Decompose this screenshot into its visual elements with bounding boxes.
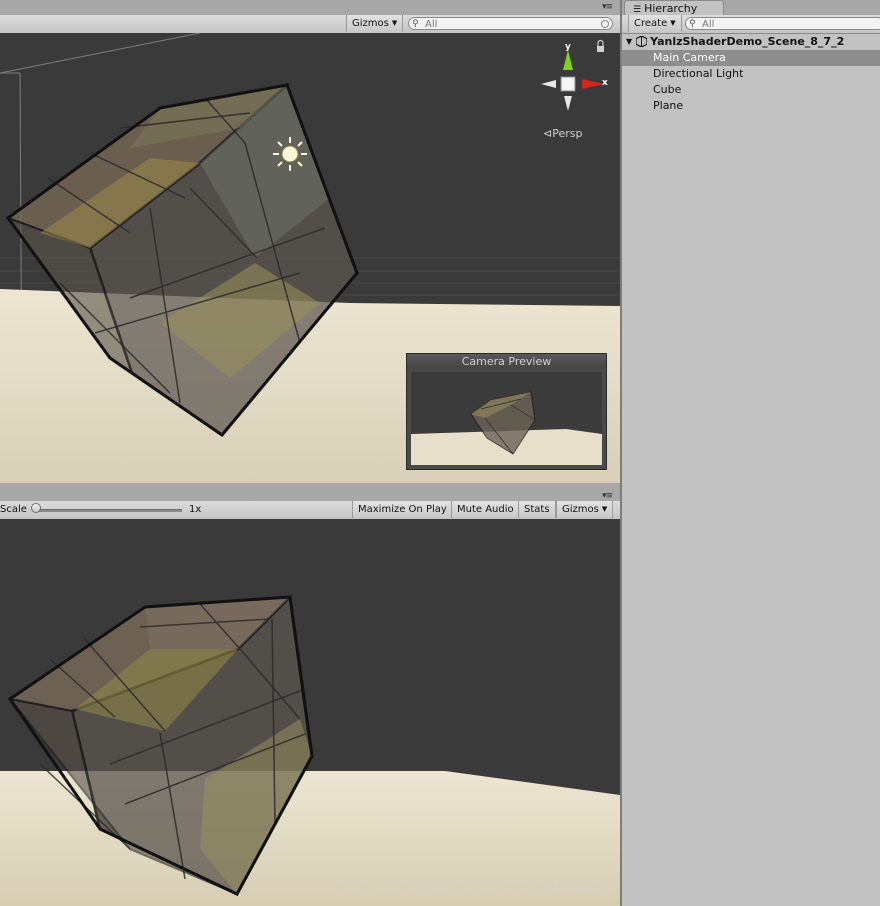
tab-hierarchy[interactable]: ☰ Hierarchy	[624, 0, 724, 15]
scene-view[interactable]: Gizmos ▼ ⚲ All ▾≡ y x ⊲Persp Camera Prev…	[0, 0, 620, 483]
chevron-down-icon: ▼	[670, 19, 676, 27]
persp-arrow-icon: ⊲	[543, 127, 553, 140]
hierarchy-toolbar: Create ▼ ⚲ All	[622, 15, 880, 34]
scene-search-field[interactable]: ⚲ All	[408, 17, 613, 30]
watermark: https://blog.csdn.net/VRunSoftYanlz	[336, 879, 610, 894]
hierarchy-item-label: Cube	[653, 83, 682, 96]
hierarchy-item[interactable]: Main Camera	[622, 50, 880, 66]
scale-slider-handle[interactable]	[31, 503, 41, 513]
hierarchy-item[interactable]: Plane	[622, 98, 880, 114]
scene-row[interactable]: ▼ YanlzShaderDemo_Scene_8_7_2	[622, 34, 880, 50]
hierarchy-tab-label: Hierarchy	[644, 2, 698, 15]
projection-label: Persp	[552, 127, 583, 140]
y-axis-label: y	[565, 42, 571, 52]
hierarchy-search-placeholder: All	[702, 19, 715, 30]
scene-gizmos-label: Gizmos	[352, 18, 389, 29]
hierarchy-item[interactable]: Cube	[622, 82, 880, 98]
center-cube[interactable]	[560, 76, 576, 92]
game-top-strip	[0, 483, 620, 501]
game-gizmos-label: Gizmos	[562, 504, 599, 515]
hierarchy-item-label: Main Camera	[653, 51, 726, 64]
game-viewport[interactable]	[0, 519, 620, 906]
foldout-arrow-icon[interactable]: ▼	[626, 34, 632, 50]
projection-toggle[interactable]: ⊲Persp	[543, 127, 582, 140]
scale-slider-track[interactable]	[33, 509, 182, 512]
pane-menu-icon[interactable]: ▾≡	[602, 2, 613, 12]
camera-preview-title: Camera Preview	[407, 354, 606, 369]
search-icon: ⚲	[412, 19, 419, 29]
camera-preview-viewport	[411, 372, 602, 465]
scene-search-placeholder: All	[425, 19, 438, 30]
hierarchy-item-label: Directional Light	[653, 67, 744, 80]
scale-value: 1x	[189, 504, 202, 515]
maximize-on-play-button[interactable]: Maximize On Play	[352, 501, 453, 518]
chevron-down-icon: ▼	[391, 19, 398, 27]
create-dropdown[interactable]: Create ▼	[628, 15, 682, 32]
hierarchy-item[interactable]: Directional Light	[622, 66, 880, 82]
game-gizmos-dropdown[interactable]: Gizmos ▼	[556, 501, 614, 518]
stats-button[interactable]: Stats	[518, 501, 556, 518]
game-toolbar: Scale 1x Maximize On Play Mute Audio Sta…	[0, 501, 620, 520]
pane-menu-icon[interactable]: ▾≡	[602, 491, 613, 501]
game-view[interactable]: ▾≡ Scale 1x Maximize On Play Mute Audio …	[0, 483, 620, 906]
mute-audio-button[interactable]: Mute Audio	[451, 501, 520, 518]
camera-preview: Camera Preview	[406, 353, 607, 470]
x-axis-label: x	[602, 78, 608, 88]
clear-search-icon[interactable]	[601, 20, 609, 28]
scene-top-strip	[0, 0, 620, 15]
search-icon: ⚲	[689, 19, 696, 29]
scene-toolbar: Gizmos ▼ ⚲ All	[0, 15, 620, 34]
scene-name: YanlzShaderDemo_Scene_8_7_2	[650, 35, 845, 48]
hierarchy-item-label: Plane	[653, 99, 684, 112]
create-label: Create	[634, 18, 668, 29]
scene-gizmos-dropdown[interactable]: Gizmos ▼	[346, 15, 404, 32]
unity-scene-icon	[636, 36, 648, 47]
list-icon: ☰	[633, 5, 642, 15]
scale-label: Scale	[0, 504, 27, 515]
sun-icon[interactable]	[273, 137, 307, 171]
hierarchy-tabbar: ☰ Hierarchy	[622, 0, 880, 16]
camera-preview-render	[411, 372, 602, 465]
chevron-down-icon: ▼	[601, 505, 608, 513]
hierarchy-search-field[interactable]: ⚲ All	[685, 17, 880, 30]
hierarchy-panel: ☰ Hierarchy Create ▼ ⚲ All ▼ YanlzShaderDem…	[622, 0, 880, 906]
hierarchy-tree: ▼ YanlzShaderDemo_Scene_8_7_2 Main Camera…	[622, 34, 880, 114]
